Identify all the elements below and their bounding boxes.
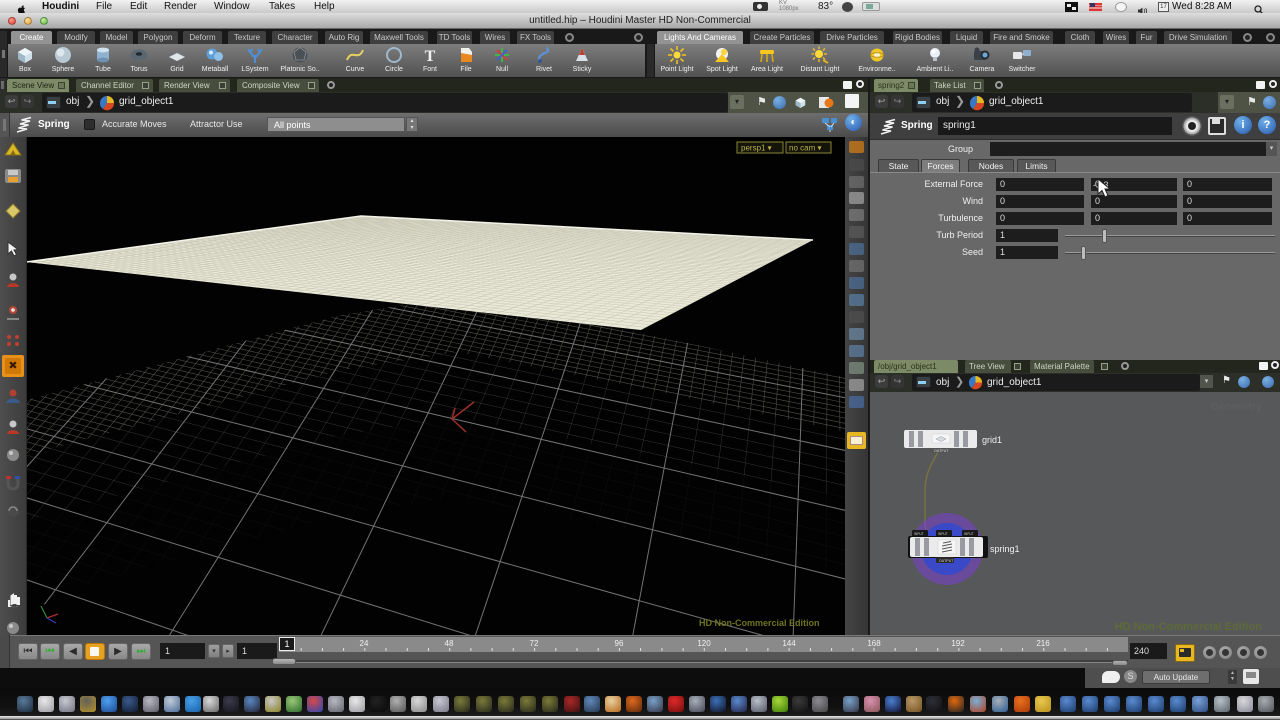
svg-text:no cam ▾: no cam ▾ bbox=[789, 144, 821, 153]
svg-text:HD Non-Commercial Edition: HD Non-Commercial Edition bbox=[1115, 621, 1263, 633]
svg-text:OUTPUT: OUTPUT bbox=[939, 559, 954, 563]
svg-text:T: T bbox=[425, 48, 436, 65]
svg-text:spring1: spring1 bbox=[990, 544, 1020, 554]
svg-text:Geometry: Geometry bbox=[1211, 401, 1263, 413]
svg-text:INPUT: INPUT bbox=[938, 532, 948, 536]
svg-text:INPUT: INPUT bbox=[964, 532, 974, 536]
svg-text:INPUT: INPUT bbox=[914, 532, 924, 536]
svg-text:OUTPUT: OUTPUT bbox=[934, 449, 949, 453]
svg-text:grid1: grid1 bbox=[982, 435, 1002, 445]
svg-text:HD Non-Commercial Edition: HD Non-Commercial Edition bbox=[699, 618, 820, 628]
svg-text:persp1 ▾: persp1 ▾ bbox=[741, 144, 772, 153]
